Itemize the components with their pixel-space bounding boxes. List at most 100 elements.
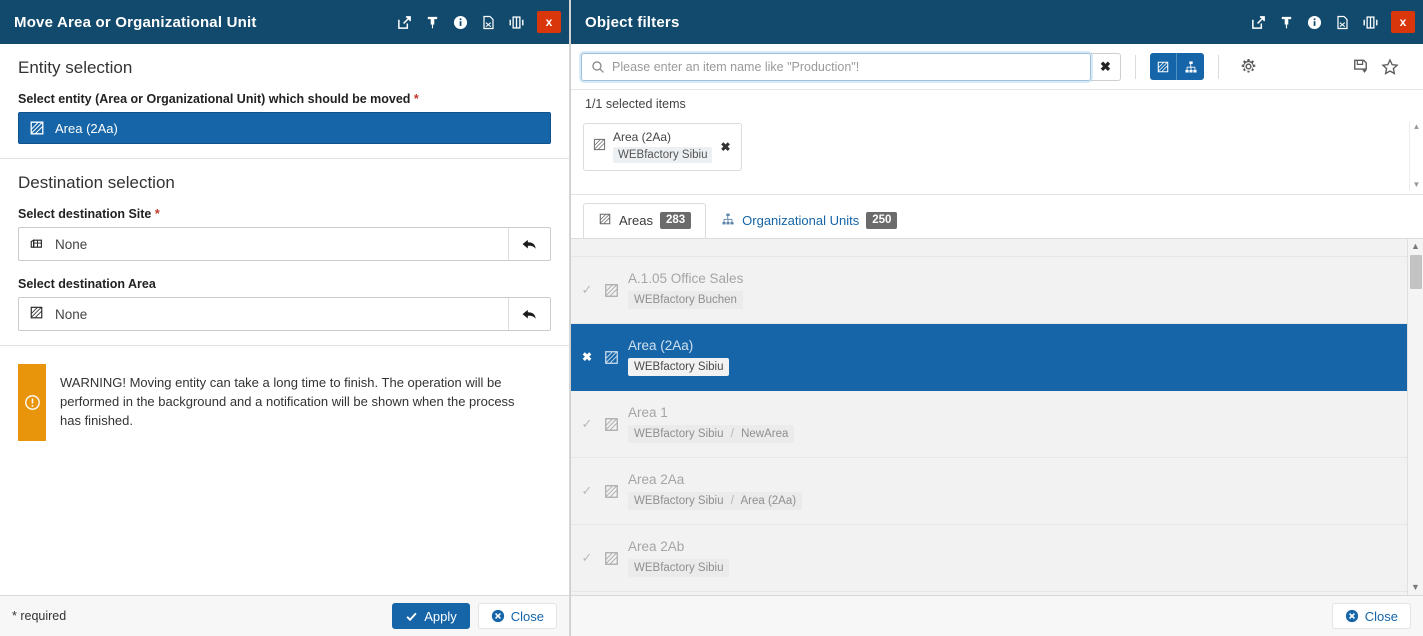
right-close-button-label: Close [1365, 609, 1398, 624]
tab-areas[interactable]: Areas 283 [583, 203, 706, 238]
area-icon [603, 416, 620, 433]
org-units-toggle-icon[interactable] [1177, 53, 1204, 80]
left-titlebar-actions: x [391, 7, 565, 37]
area-icon [603, 349, 620, 366]
selected-items-chips: Area (2Aa) WEBfactory Sibiu ✖ ▲ ▼ [571, 117, 1423, 195]
entity-tabs: Areas 283 Organizational Units 250 [571, 195, 1423, 238]
star-icon[interactable] [1375, 53, 1405, 81]
entity-required-mark: * [414, 92, 419, 106]
destination-site-label-text: Select destination Site [18, 207, 151, 221]
right-window-close-button[interactable]: x [1391, 11, 1415, 33]
list-item[interactable] [571, 239, 1407, 257]
destination-site-value: None [55, 237, 87, 252]
destination-site-field[interactable]: None [18, 227, 551, 261]
entity-field-label-text: Select entity (Area or Organizational Un… [18, 92, 410, 106]
chip-name: Area (2Aa) [613, 130, 712, 144]
destination-site-reset-button[interactable] [508, 228, 550, 260]
right-close-button[interactable]: Close [1332, 603, 1411, 629]
tab-organizational-units[interactable]: Organizational Units 250 [706, 203, 912, 238]
required-note: * required [12, 609, 66, 623]
entity-section-title: Entity selection [18, 58, 551, 78]
row-remove-icon[interactable]: ✖ [579, 350, 595, 364]
row-name: A.1.05 Office Sales [628, 271, 743, 286]
row-check-icon: ✓ [579, 282, 595, 298]
list-item[interactable]: ✖ Area (2Aa) WEBfactory Sibiu [571, 324, 1407, 391]
selected-entity-value: Area (2Aa) [55, 121, 118, 136]
list-item[interactable]: ✓ A.1.05 Office Sales WEBfactory Buchen [571, 257, 1407, 324]
destination-area-field[interactable]: None [18, 297, 551, 331]
row-path-site: WEBfactory Sibiu [634, 361, 723, 373]
entity-field-label: Select entity (Area or Organizational Un… [18, 92, 551, 106]
row-name: Area (2Aa) [628, 338, 729, 353]
chips-scroll-down-arrow[interactable]: ▼ [1413, 181, 1421, 189]
entity-selection-section: Entity selection Select entity (Area or … [0, 44, 569, 159]
row-path-separator: / [727, 428, 738, 440]
row-check-icon: ✓ [579, 483, 595, 499]
save-filter-icon[interactable] [1345, 53, 1375, 81]
chips-scrollbar[interactable]: ▲ ▼ [1409, 121, 1423, 191]
list-scroll-down-arrow[interactable]: ▼ [1411, 583, 1420, 592]
site-icon [29, 235, 44, 253]
export-pdf-icon[interactable] [1329, 7, 1355, 37]
row-path: WEBfactory Sibiu / NewArea [628, 425, 794, 443]
expand-width-icon[interactable] [1357, 7, 1383, 37]
open-in-new-window-icon[interactable] [1245, 7, 1271, 37]
destination-area-value-area[interactable]: None [19, 298, 508, 330]
selected-item-chip: Area (2Aa) WEBfactory Sibiu ✖ [583, 123, 742, 171]
left-window-close-button[interactable]: x [537, 11, 561, 33]
row-name: Area 2Ab [628, 539, 729, 554]
areas-toggle-icon[interactable] [1150, 53, 1177, 80]
search-field-wrapper [581, 53, 1091, 81]
apply-button[interactable]: Apply [392, 603, 470, 629]
selected-entity-field[interactable]: Area (2Aa) [18, 112, 551, 144]
row-path-child: Area (2Aa) [740, 495, 796, 507]
destination-site-value-area[interactable]: None [19, 228, 508, 260]
destination-area-reset-button[interactable] [508, 298, 550, 330]
list-item[interactable]: ✓ Area 2Ab WEBfactory Sibiu [571, 525, 1407, 592]
chip-body: Area (2Aa) WEBfactory Sibiu [613, 130, 712, 163]
info-icon[interactable] [1301, 7, 1327, 37]
list-item[interactable]: ✓ Area 1 WEBfactory Sibiu / NewArea [571, 391, 1407, 458]
list-item[interactable]: ✓ Area 2Aa WEBfactory Sibiu / Area (2Aa) [571, 458, 1407, 525]
tab-org-units-label: Organizational Units [742, 213, 859, 228]
destination-area-label-text: Select destination Area [18, 277, 156, 291]
row-path-site: WEBfactory Sibiu [634, 562, 723, 574]
row-check-icon: ✓ [579, 416, 595, 432]
tab-org-units-count: 250 [866, 212, 897, 229]
tab-areas-count: 283 [660, 212, 691, 229]
pin-icon[interactable] [419, 7, 445, 37]
entity-type-toggle-group [1150, 53, 1204, 80]
row-body: Area (2Aa) WEBfactory Sibiu [628, 338, 729, 376]
export-pdf-icon[interactable] [475, 7, 501, 37]
row-check-icon: ✓ [579, 550, 595, 566]
left-close-button[interactable]: Close [478, 603, 557, 629]
gear-icon[interactable] [1233, 53, 1263, 81]
left-window-title: Move Area or Organizational Unit [14, 14, 257, 31]
info-icon[interactable] [447, 7, 473, 37]
destination-area-label: Select destination Area [18, 277, 551, 291]
area-icon [592, 137, 607, 157]
search-icon [591, 60, 605, 79]
close-circle-icon [1345, 609, 1359, 623]
row-path: WEBfactory Sibiu / Area (2Aa) [628, 492, 802, 510]
selected-items-count: 1/1 selected items [571, 90, 1423, 117]
warning-banner: WARNING! Moving entity can take a long t… [18, 364, 551, 441]
row-name: Area 2Aa [628, 472, 802, 487]
list-scrollbar[interactable]: ▲ ▼ [1407, 239, 1423, 595]
clear-search-button[interactable]: ✖ [1091, 53, 1121, 81]
search-input[interactable] [582, 54, 1090, 80]
chip-remove-button[interactable]: ✖ [718, 140, 732, 154]
destination-selection-section: Destination selection Select destination… [0, 159, 569, 346]
list-scroll-up-arrow[interactable]: ▲ [1411, 242, 1420, 251]
chips-scroll-up-arrow[interactable]: ▲ [1413, 123, 1421, 131]
list-scrollbar-thumb[interactable] [1410, 255, 1422, 289]
row-name: Area 1 [628, 405, 794, 420]
expand-width-icon[interactable] [503, 7, 529, 37]
right-window-titlebar: Object filters [571, 0, 1423, 44]
area-icon [29, 305, 44, 323]
left-window-titlebar: Move Area or Organizational Unit [0, 0, 569, 44]
area-icon [603, 483, 620, 500]
open-in-new-window-icon[interactable] [391, 7, 417, 37]
pin-icon[interactable] [1273, 7, 1299, 37]
destination-site-required-mark: * [155, 207, 160, 221]
